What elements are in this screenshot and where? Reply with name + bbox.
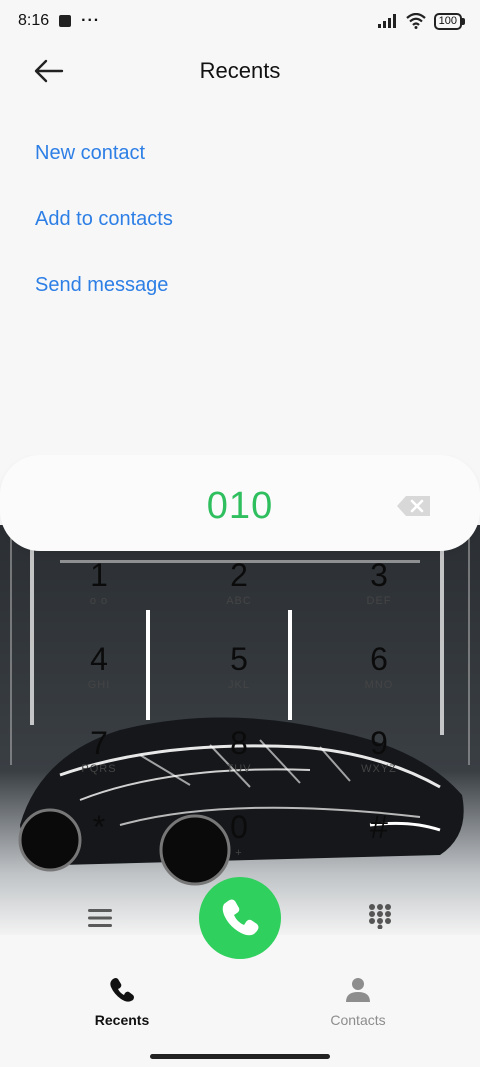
phone-icon	[110, 978, 134, 1002]
key-letters: WXYZ	[361, 763, 397, 775]
key-digit: 2	[230, 557, 248, 593]
key-digit: 9	[370, 725, 388, 761]
key-letters: PQRS	[81, 763, 117, 775]
key-letters: DEF	[366, 595, 392, 607]
key-digit: 7	[90, 725, 108, 761]
send-message-link[interactable]: Send message	[35, 270, 173, 336]
key-digit: 5	[230, 641, 248, 677]
signal-icon	[377, 14, 396, 28]
wifi-icon	[405, 13, 426, 29]
new-contact-link[interactable]: New contact	[35, 138, 173, 204]
key-letters: JKL	[228, 679, 250, 691]
app-header: Recents	[0, 48, 480, 92]
home-indicator[interactable]	[150, 1054, 330, 1059]
key-digit: #	[370, 809, 388, 845]
key-letters: o o	[89, 595, 109, 607]
status-left: 8:16 ···	[18, 12, 100, 30]
key-digit: 3	[370, 557, 388, 593]
add-to-contacts-link[interactable]: Add to contacts	[35, 204, 173, 270]
more-notifications-icon: ···	[81, 12, 101, 29]
tab-recents[interactable]: Recents	[42, 975, 202, 1028]
key-letters: GHI	[87, 679, 111, 691]
status-right: 100	[377, 12, 466, 30]
key-digit: 6	[370, 641, 388, 677]
tab-contacts[interactable]: Contacts	[278, 975, 438, 1028]
person-icon	[346, 978, 370, 1002]
backspace-icon[interactable]	[396, 495, 432, 517]
key-5[interactable]: 5 JKL	[179, 639, 299, 719]
tab-label: Recents	[94, 1012, 150, 1028]
key-7[interactable]: 7 PQRS	[39, 723, 159, 803]
phone-icon	[222, 899, 259, 936]
key-digit: 8	[230, 725, 248, 761]
key-9[interactable]: 9 WXYZ	[319, 723, 439, 803]
number-actions: New contact Add to contacts Send message	[35, 138, 173, 336]
key-8[interactable]: 8 TUV	[179, 723, 299, 803]
bottom-navigation: Recents Contacts	[0, 975, 480, 1045]
dialer-controls	[0, 873, 480, 963]
page-title: Recents	[199, 58, 281, 83]
status-bar: 8:16 ··· 100	[0, 0, 480, 42]
key-3[interactable]: 3 DEF	[319, 555, 439, 635]
battery-indicator: 100	[433, 12, 466, 30]
tab-label: Contacts	[330, 1012, 386, 1028]
key-letters: MNO	[364, 679, 394, 691]
notification-icon	[59, 15, 72, 27]
status-time: 8:16	[18, 12, 50, 29]
number-display-bar: 010	[0, 455, 480, 551]
key-4[interactable]: 4 GHI	[39, 639, 159, 719]
key-6[interactable]: 6 MNO	[319, 639, 439, 719]
key-digit: *	[92, 809, 106, 845]
key-letters: ABC	[226, 595, 252, 607]
call-button[interactable]	[199, 877, 281, 959]
key-letters: +	[235, 847, 243, 859]
menu-icon[interactable]	[88, 907, 112, 929]
key-digit: 0	[230, 809, 248, 845]
key-letters: TUV	[226, 763, 252, 775]
key-1[interactable]: 1 o o	[39, 555, 159, 635]
key-2[interactable]: 2 ABC	[179, 555, 299, 635]
key-digit: 4	[90, 641, 108, 677]
dialpad-icon[interactable]	[368, 903, 392, 929]
key-digit: 1	[90, 557, 108, 593]
